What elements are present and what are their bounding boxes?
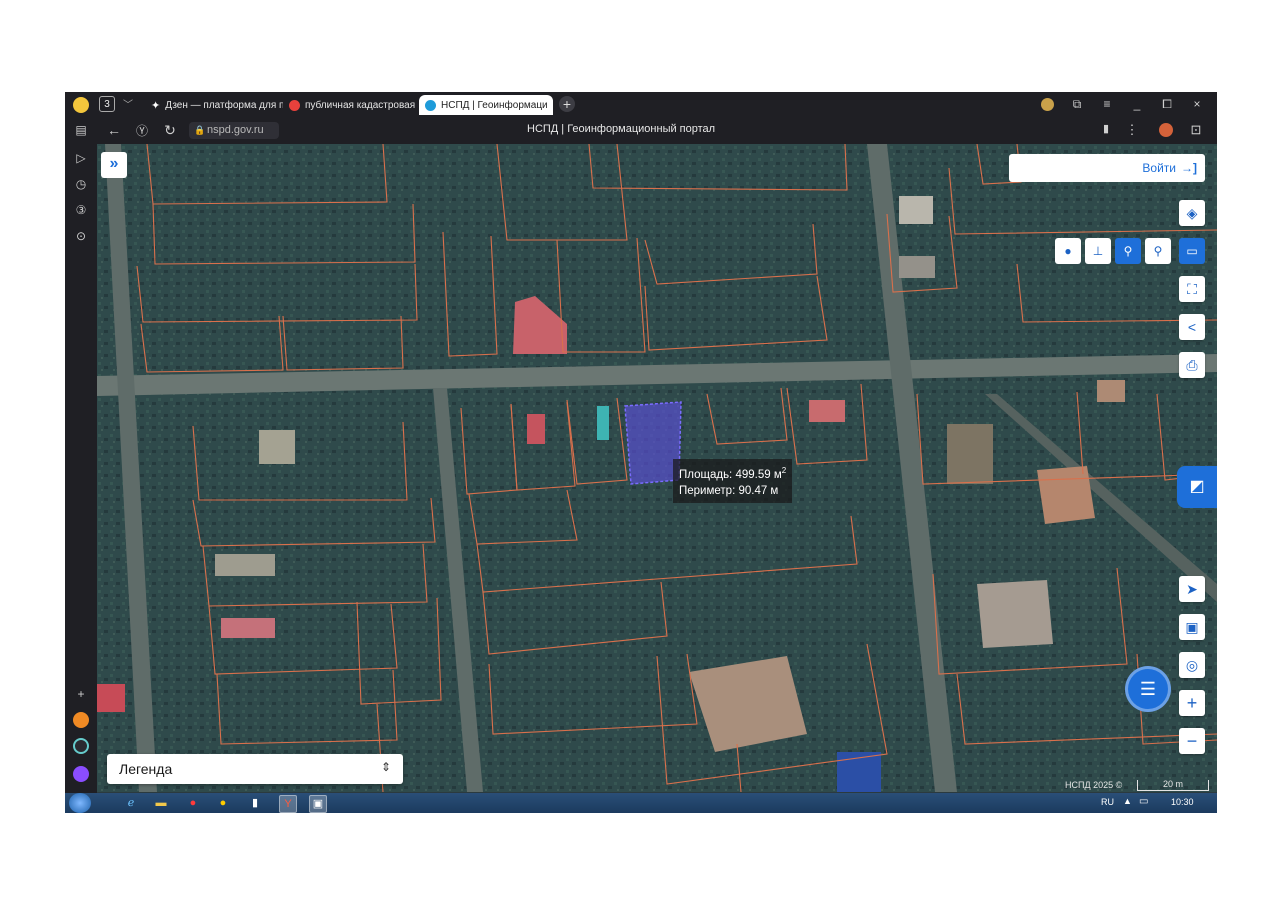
add-icon[interactable]: + bbox=[73, 686, 89, 702]
opera-icon[interactable]: ● bbox=[185, 795, 201, 811]
address-bar: ← Ⓨ ↻ 🔒 nspd.gov.ru НСПД | Геоинформацио… bbox=[97, 118, 1217, 144]
extension-icon[interactable] bbox=[1159, 123, 1173, 137]
download-icon[interactable]: ⤓ bbox=[1215, 122, 1217, 138]
zoom-out-icon[interactable]: − bbox=[1179, 728, 1205, 754]
url-field[interactable]: 🔒 nspd.gov.ru bbox=[189, 122, 279, 139]
snap-alt-icon[interactable]: ⚲ bbox=[1145, 238, 1171, 264]
menu-icon[interactable]: ≡ bbox=[1099, 97, 1115, 111]
login-button[interactable]: Войти →] bbox=[1142, 154, 1197, 182]
geo-icon[interactable]: ◎ bbox=[1179, 652, 1205, 678]
tray-up-icon[interactable]: ▲ bbox=[1123, 796, 1132, 806]
profile-icon[interactable] bbox=[1041, 98, 1054, 111]
updown-chevron-icon: ⇕ bbox=[380, 760, 391, 774]
play-icon[interactable]: ▷ bbox=[73, 150, 89, 166]
area-readout: Площадь: 499.59 м2 bbox=[679, 466, 787, 481]
language-indicator[interactable]: RU bbox=[1101, 797, 1114, 807]
minimap-icon[interactable]: ▣ bbox=[1179, 614, 1205, 640]
tab-dzen[interactable]: ✦ Дзен — платформа для п bbox=[151, 95, 283, 115]
page-title: НСПД | Геоинформационный портал bbox=[527, 123, 716, 135]
tab-list-chevron-icon[interactable]: ﹀ bbox=[123, 96, 133, 111]
legend-label: Легенда bbox=[119, 761, 173, 777]
close-window-button[interactable]: × bbox=[1189, 97, 1205, 111]
alice-icon[interactable] bbox=[73, 766, 89, 782]
tab-cadastral[interactable]: публичная кадастровая к bbox=[289, 95, 415, 115]
tab-label: НСПД | Геоинформаци bbox=[441, 99, 548, 111]
satellite-map bbox=[97, 144, 1217, 792]
restore-button[interactable]: ⧠ bbox=[1159, 97, 1175, 112]
tab-bar: 3 ﹀ ✦ Дзен — платформа для п публичная к… bbox=[65, 92, 1217, 118]
browser-sidebar: ▤ ▷ ◷ ③ ⊙ + bbox=[65, 118, 97, 793]
yandex-taskbar-icon[interactable]: ● bbox=[215, 795, 231, 811]
login-bar: Войти →] bbox=[1009, 154, 1205, 182]
expand-panel-button[interactable]: » bbox=[101, 152, 127, 178]
url-text: nspd.gov.ru bbox=[207, 124, 264, 136]
folder-icon[interactable]: ▬ bbox=[153, 795, 169, 811]
login-label: Войти bbox=[1142, 161, 1176, 175]
tab-counter[interactable]: 3 bbox=[99, 96, 115, 112]
clock[interactable]: 10:30 bbox=[1171, 797, 1194, 807]
window-taskbar-icon[interactable]: ▣ bbox=[309, 795, 327, 813]
new-tab-button[interactable]: + bbox=[559, 96, 575, 112]
nspd-icon bbox=[425, 99, 436, 111]
notepad-icon[interactable]: ▮ bbox=[247, 795, 263, 811]
area-select-icon[interactable]: ⛶ bbox=[1179, 276, 1205, 302]
login-arrow-icon: →] bbox=[1181, 161, 1197, 175]
map-view[interactable]: » Войти →] ◈ ● ⊥ ⚲ ⚲ ▭ ⛶ < ⎙ ◩ Площадь: 4… bbox=[97, 144, 1217, 792]
lock-icon: 🔒 bbox=[194, 125, 206, 135]
yandex-home-icon[interactable]: Ⓨ bbox=[133, 122, 151, 139]
tab-label: Дзен — платформа для п bbox=[165, 99, 283, 111]
perimeter-readout: Периметр: 90.47 м bbox=[679, 484, 779, 497]
tabs-icon[interactable]: ③ bbox=[73, 202, 89, 218]
notes-icon[interactable]: ▤ bbox=[73, 122, 89, 138]
browser-logo-icon[interactable] bbox=[73, 97, 89, 113]
scale-bar: 20 m bbox=[1137, 780, 1209, 791]
snap-icon[interactable]: ⚲ bbox=[1115, 238, 1141, 264]
print-icon[interactable]: ⎙ bbox=[1179, 352, 1205, 378]
screen: 3 ﹀ ✦ Дзен — платформа для п публичная к… bbox=[65, 92, 1217, 813]
tab-label: публичная кадастровая к bbox=[305, 99, 415, 111]
start-button[interactable] bbox=[69, 793, 91, 813]
chat-icon[interactable]: ☰ bbox=[1125, 666, 1171, 712]
point-icon[interactable]: ● bbox=[1055, 238, 1081, 264]
sidebar-logo-icon[interactable]: ◩ bbox=[1177, 466, 1217, 508]
taskbar: ℯ ▬ ● ● ▮ Y ▣ RU ▲ ▭ 10:30 bbox=[65, 793, 1217, 813]
app-icon-orange[interactable] bbox=[73, 712, 89, 728]
corner-icon[interactable]: ⊥ bbox=[1085, 238, 1111, 264]
app-icon-green[interactable] bbox=[73, 738, 89, 754]
yandex-icon bbox=[289, 99, 300, 111]
reader-icon[interactable]: ⊡ bbox=[1187, 122, 1205, 138]
ie-icon[interactable]: ℯ bbox=[123, 795, 139, 811]
layers-icon[interactable]: ◈ bbox=[1179, 200, 1205, 226]
screenshot-icon[interactable]: ⊙ bbox=[73, 228, 89, 244]
network-icon[interactable]: ▭ bbox=[1139, 796, 1148, 807]
back-arrow-icon[interactable]: ← bbox=[105, 122, 123, 138]
locate-icon[interactable]: ➤ bbox=[1179, 576, 1205, 602]
yandex-browser-taskbar-icon[interactable]: Y bbox=[279, 795, 297, 813]
more-icon[interactable]: ⋮ bbox=[1123, 122, 1141, 138]
bookmark-icon[interactable]: ▮ bbox=[1097, 122, 1115, 135]
reload-icon[interactable]: ↻ bbox=[161, 122, 179, 139]
legend-select[interactable]: Легенда ⇕ bbox=[107, 754, 403, 784]
tab-nspd[interactable]: НСПД | Геоинформаци × bbox=[419, 95, 553, 115]
copyright: НСПД 2025 © bbox=[1065, 780, 1123, 790]
share-icon[interactable]: < bbox=[1179, 314, 1205, 340]
zen-star-icon: ✦ bbox=[151, 99, 161, 112]
ruler-icon[interactable]: ▭ bbox=[1179, 238, 1205, 264]
minimize-button[interactable]: _ bbox=[1129, 97, 1145, 111]
collections-icon[interactable]: ⧉ bbox=[1069, 97, 1085, 112]
history-icon[interactable]: ◷ bbox=[73, 176, 89, 192]
zoom-in-icon[interactable]: + bbox=[1179, 690, 1205, 716]
measurement-tooltip: Площадь: 499.59 м2 Периметр: 90.47 м bbox=[673, 459, 793, 503]
